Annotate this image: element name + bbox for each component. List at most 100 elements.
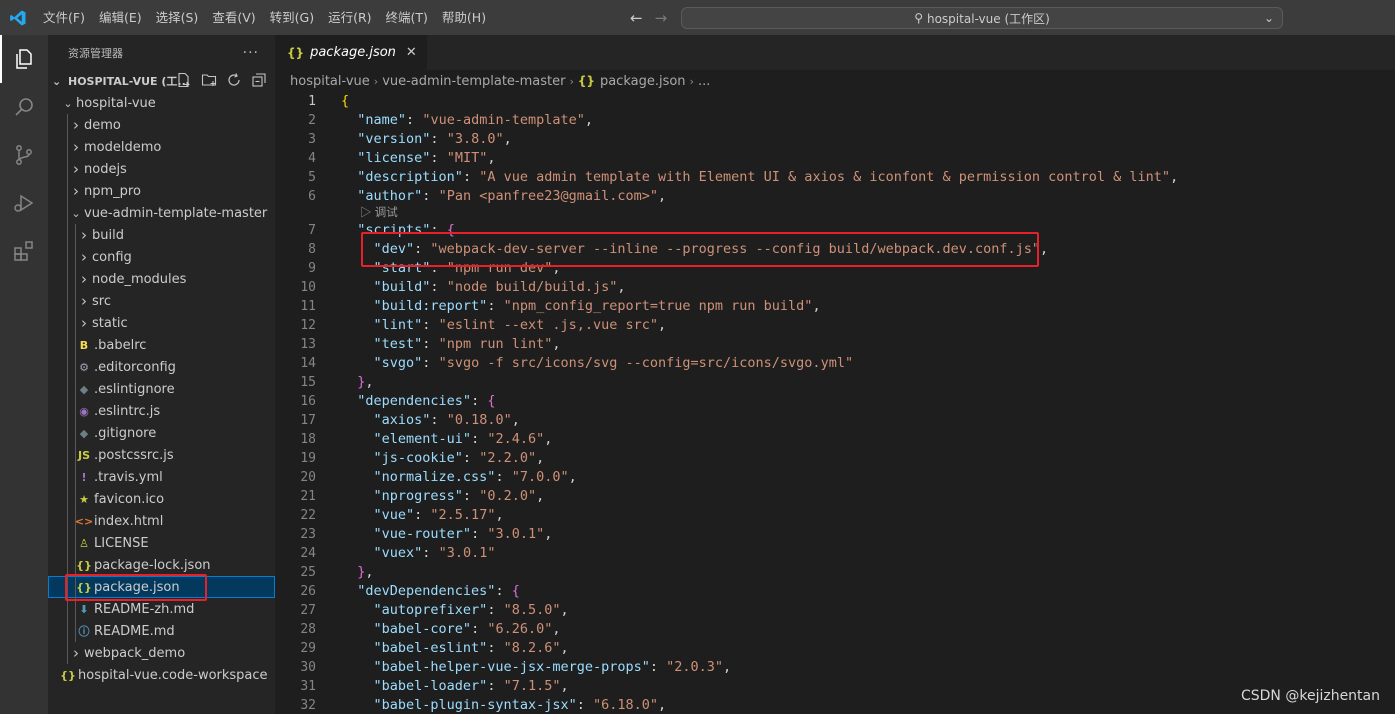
line-number: 12 (300, 318, 316, 333)
code-text: "description": "A vue admin template wit… (357, 169, 1179, 185)
code-text: "normalize.css": "7.0.0", (373, 469, 577, 485)
collapse-all-icon[interactable] (251, 72, 267, 88)
code-line: 27 "autoprefixer": "8.5.0", (275, 601, 1395, 620)
tree-file[interactable]: ★ favicon.ico (48, 488, 275, 510)
menu-item-5[interactable]: 运行(R) (321, 0, 378, 35)
code-text: "dependencies": { (357, 393, 496, 409)
explorer-sidebar: 资源管理器 ··· ⌄ HOSPITAL-VUE (工... ⌄ hospital… (48, 35, 275, 714)
tree-folder[interactable]: › modeldemo (48, 136, 275, 158)
menu-item-1[interactable]: 编辑(E) (92, 0, 149, 35)
tree-folder[interactable]: › config (48, 246, 275, 268)
tree-file[interactable]: ◉ .eslintrc.js (48, 400, 275, 422)
chevron-right-icon: › (73, 138, 79, 156)
indent-guide (75, 488, 76, 510)
line-number: 13 (300, 337, 316, 352)
refresh-icon[interactable] (226, 72, 242, 88)
tree-folder[interactable]: › nodejs (48, 158, 275, 180)
tree-item-label: .babelrc (94, 337, 147, 353)
markdown-icon: ⬇ (79, 602, 89, 616)
tab-package-json[interactable]: {} package.json ✕ (275, 35, 427, 70)
tree-file[interactable]: ◆ .eslintignore (48, 378, 275, 400)
indent-guide (67, 598, 68, 620)
tree-file[interactable]: ! .travis.yml (48, 466, 275, 488)
menu-item-6[interactable]: 终端(T) (379, 0, 435, 35)
babel-icon: B (79, 338, 89, 352)
code-text: "name": "vue-admin-template", (357, 112, 594, 128)
eslint-circle-icon: ◉ (79, 404, 89, 418)
line-number: 21 (300, 489, 316, 504)
indent-guide (67, 290, 68, 312)
forward-arrow-icon[interactable]: → (655, 9, 668, 27)
tree-file[interactable]: ⚙ .editorconfig (48, 356, 275, 378)
tree-folder[interactable]: › static (48, 312, 275, 334)
code-line: 25 }, (275, 563, 1395, 582)
code-line: 4 "license": "MIT", (275, 149, 1395, 168)
command-center[interactable]: ⚲ hospital-vue (工作区) ⌄ (681, 7, 1283, 29)
breadcrumb-item-hospital-vue[interactable]: hospital-vue (290, 74, 370, 89)
code-text: "lint": "eslint --ext .js,.vue src", (373, 317, 667, 333)
breadcrumb-item-package-json[interactable]: package.json (600, 74, 686, 89)
tree-file[interactable]: ♙ LICENSE (48, 532, 275, 554)
tree-item-label: README-zh.md (94, 601, 195, 617)
chevron-right-icon: › (81, 226, 87, 244)
indent-guide (75, 444, 76, 466)
explorer-icon[interactable] (0, 35, 48, 83)
tree-item-label: nodejs (84, 161, 127, 177)
tree-file[interactable]: <> index.html (48, 510, 275, 532)
chevron-right-icon: › (81, 314, 87, 332)
vscode-logo-icon (0, 0, 36, 35)
tree-file[interactable]: ⬇ README-zh.md (48, 598, 275, 620)
new-folder-icon[interactable] (201, 72, 217, 88)
tree-folder[interactable]: ⌄ vue-admin-template-master (48, 202, 275, 224)
tree-file[interactable]: ◆ .gitignore (48, 422, 275, 444)
code-text: "author": "Pan <panfree23@gmail.com>", (357, 188, 667, 204)
tree-folder[interactable]: › build (48, 224, 275, 246)
tree-folder[interactable]: ⌄ hospital-vue (48, 92, 275, 114)
menu-item-4[interactable]: 转到(G) (263, 0, 321, 35)
code-line: 8 "dev": "webpack-dev-server --inline --… (275, 240, 1395, 259)
code-text: "element-ui": "2.4.6", (373, 431, 553, 447)
html-icon: <> (74, 514, 94, 528)
tree-folder[interactable]: › webpack_demo (48, 642, 275, 664)
breadcrumb: hospital-vue › vue-admin-template-master… (275, 70, 1395, 92)
title-bar: 文件(F) 编辑(E) 选择(S) 查看(V) 转到(G) 运行(R) 终端(T) 帮助(H)… (0, 0, 1395, 35)
menu-item-0[interactable]: 文件(F) (36, 0, 92, 35)
run-debug-icon[interactable] (0, 179, 48, 227)
tree-file[interactable]: JS .postcssrc.js (48, 444, 275, 466)
breadcrumb-item-more[interactable]: ... (698, 74, 710, 89)
line-number: 2 (308, 113, 316, 128)
line-number: 7 (308, 223, 316, 238)
source-control-icon[interactable] (0, 131, 48, 179)
menu-item-3[interactable]: 查看(V) (205, 0, 262, 35)
tree-folder[interactable]: › node_modules (48, 268, 275, 290)
tree-file[interactable]: {} hospital-vue.code-workspace (48, 664, 275, 686)
close-icon[interactable]: ✕ (406, 45, 417, 60)
search-icon[interactable] (0, 83, 48, 131)
debug-codelens[interactable]: ▷ 调试 (275, 206, 1395, 221)
tree-folder[interactable]: › demo (48, 114, 275, 136)
tree-file[interactable]: B .babelrc (48, 334, 275, 356)
line-number: 14 (300, 356, 316, 371)
tree-file[interactable]: ⓘ README.md (48, 620, 275, 642)
back-arrow-icon[interactable]: ← (630, 9, 643, 27)
code-line: 2 "name": "vue-admin-template", (275, 111, 1395, 130)
tree-file[interactable]: {} package-lock.json (48, 554, 275, 576)
tree-folder[interactable]: › npm_pro (48, 180, 275, 202)
tree-folder[interactable]: › src (48, 290, 275, 312)
menu-item-2[interactable]: 选择(S) (149, 0, 206, 35)
indent-guide (75, 224, 76, 246)
indent-guide (67, 224, 68, 246)
code-editor[interactable]: 1{2 "name": "vue-admin-template", 3 "vers… (275, 92, 1395, 714)
chevron-down-icon[interactable]: ⌄ (1264, 11, 1274, 25)
new-file-icon[interactable] (176, 72, 192, 88)
indent-guide (67, 488, 68, 510)
tree-file[interactable]: {} package.json (48, 576, 275, 598)
indent-guide (75, 620, 76, 642)
extensions-icon[interactable] (0, 227, 48, 275)
eslint-icon: ◆ (79, 382, 89, 396)
menu-item-7[interactable]: 帮助(H) (435, 0, 493, 35)
tabs-bar: {} package.json ✕ (275, 35, 1395, 70)
breadcrumb-item-vue-admin-template-master[interactable]: vue-admin-template-master (382, 74, 565, 89)
code-text: "vue": "2.5.17", (373, 507, 504, 523)
more-actions-icon[interactable]: ··· (243, 45, 259, 61)
